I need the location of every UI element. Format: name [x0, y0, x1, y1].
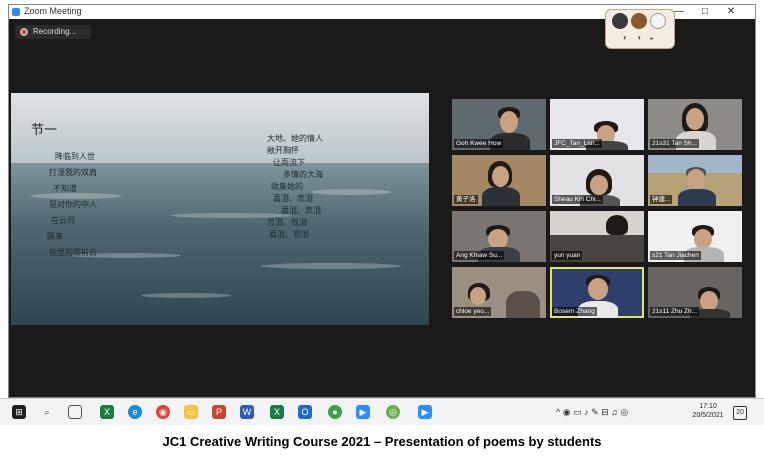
shared-screen-slide: 节一 降临到人世 打湿我的双肩 不知道 是对你的中人 在云间 飘来 恼里的雨前云… — [11, 93, 429, 325]
bears-sticker: ◐ ◑ ◒ — [605, 9, 675, 49]
maximize-button[interactable]: □ — [695, 5, 715, 19]
chrome-icon[interactable]: ◉ — [156, 405, 170, 419]
poem-line: 打湿我的双肩 — [49, 168, 97, 177]
video-tile[interactable]: 钟建... — [648, 155, 742, 206]
sticker-icons: ◐ ◑ ◒ — [623, 33, 657, 42]
video-tile[interactable]: chloe yeo... — [452, 267, 546, 318]
slide-title: 节一 — [31, 122, 58, 137]
participant-name: yun yuan — [552, 251, 583, 260]
grizzly-bear-icon — [612, 13, 628, 29]
app-icon[interactable]: ● — [328, 405, 342, 419]
search-icon[interactable]: ⌕ — [40, 405, 54, 419]
close-button[interactable]: ✕ — [721, 5, 741, 19]
poem-line: 飘来 — [47, 232, 63, 241]
zoom-logo-icon — [12, 8, 20, 16]
powerpoint-icon[interactable]: P — [212, 405, 226, 419]
clock-time: 17:10 — [699, 403, 717, 410]
figure-caption: JC1 Creative Writing Course 2021 – Prese… — [162, 434, 602, 449]
windows-taskbar: ⊞ ⌕ X e ◉ ▭ P W X O ● ▶ ◎ ▶ ^ ◉ ▭ ♪ ✎ ⊟ … — [0, 398, 764, 425]
zoom-window: Zoom Meeting — □ ✕ Recording... ◐ ◑ ◒ 节一… — [8, 4, 756, 398]
poem-line: 敞开胸怀 — [267, 146, 299, 155]
poem-line: 喜泪、悲泪 — [273, 194, 313, 203]
poem-line: 降临到人世 — [55, 152, 95, 161]
video-tile[interactable]: 黄子洛 — [452, 155, 546, 206]
participant-name: Ang Khiaw Su... — [454, 251, 505, 260]
panda-bear-icon — [631, 13, 647, 29]
participant-name: Goh Kwee How — [454, 139, 504, 148]
poem-line: 喜泪、悲泪 — [281, 206, 321, 215]
outlook-icon[interactable]: O — [298, 405, 312, 419]
poem-line: 不知道 — [53, 184, 77, 193]
file-explorer-icon[interactable]: ▭ — [184, 405, 198, 419]
word-icon[interactable]: W — [240, 405, 254, 419]
video-tile[interactable]: s21 Tan Jiachen — [648, 211, 742, 262]
poem-line: 是对你的中人 — [49, 200, 97, 209]
video-tile[interactable]: Goh Kwee How — [452, 99, 546, 150]
video-tile[interactable]: Ang Khiaw Su... — [452, 211, 546, 262]
poem-line: 恼里的雨前云 — [49, 248, 97, 257]
video-tile-active-speaker[interactable]: Bosern Zhang — [550, 267, 644, 318]
excel-icon[interactable]: X — [270, 405, 284, 419]
participant-name: 21s11 Zhu Zh... — [650, 307, 700, 316]
recording-indicator[interactable]: Recording... — [15, 25, 91, 39]
poem-line: 喜泪、悲泪 — [269, 230, 309, 239]
ice-bear-icon — [650, 13, 666, 29]
windows-start-icon[interactable]: ⊞ — [12, 405, 26, 419]
taskbar-clock[interactable]: 17:10 20/5/2021 — [691, 402, 725, 420]
participant-name: Bosern Zhang — [552, 307, 597, 316]
participant-name: JFC_Tan_Lan... — [552, 139, 602, 148]
participant-gallery: Goh Kwee How JFC_Tan_Lan... 21s31 Tan Sh… — [452, 99, 744, 323]
poem-line: 让雨流下 — [273, 158, 305, 167]
video-tile[interactable]: Sheau Kin Chi... — [550, 155, 644, 206]
recording-label: Recording... — [33, 27, 77, 36]
participant-name: 21s31 Tan Sh... — [650, 139, 700, 148]
participant-name: s21 Tan Jiachen — [650, 251, 701, 260]
video-tile[interactable]: yun yuan — [550, 211, 644, 262]
poem-line: 大地、她的情人 — [267, 134, 323, 143]
excel-icon[interactable]: X — [100, 405, 114, 419]
poem-line: 在云间 — [51, 216, 75, 225]
app-icon[interactable]: ◎ — [386, 405, 400, 419]
system-tray-icons[interactable]: ^ ◉ ▭ ♪ ✎ ⊟ ♫ ◎ — [556, 406, 628, 418]
poem-line: 恋泪、恨泪 — [267, 218, 307, 227]
video-tile[interactable]: 21s31 Tan Sh... — [648, 99, 742, 150]
participant-name: 钟建... — [650, 195, 673, 204]
video-tile[interactable]: JFC_Tan_Lan... — [550, 99, 644, 150]
edge-icon[interactable]: e — [128, 405, 142, 419]
participant-name: 黄子洛 — [454, 195, 478, 204]
poem-line: 收集她的 — [271, 182, 303, 191]
window-title: Zoom Meeting — [24, 6, 82, 16]
clock-date: 20/5/2021 — [692, 412, 724, 419]
video-tile[interactable]: 21s11 Zhu Zh... — [648, 267, 742, 318]
zoom-icon[interactable]: ▶ — [356, 405, 370, 419]
participant-name: Sheau Kin Chi... — [552, 195, 603, 204]
record-icon — [20, 28, 28, 36]
notification-center-icon[interactable]: 20 — [733, 406, 747, 420]
task-view-icon[interactable] — [68, 405, 82, 419]
poem-line: 多情的大海 — [283, 170, 323, 179]
participant-name: chloe yeo... — [454, 307, 492, 316]
meeting-stage: Recording... ◐ ◑ ◒ 节一 降临到人世 打湿我的双肩 不知道 是… — [9, 9, 755, 397]
zoom-icon[interactable]: ▶ — [418, 405, 432, 419]
